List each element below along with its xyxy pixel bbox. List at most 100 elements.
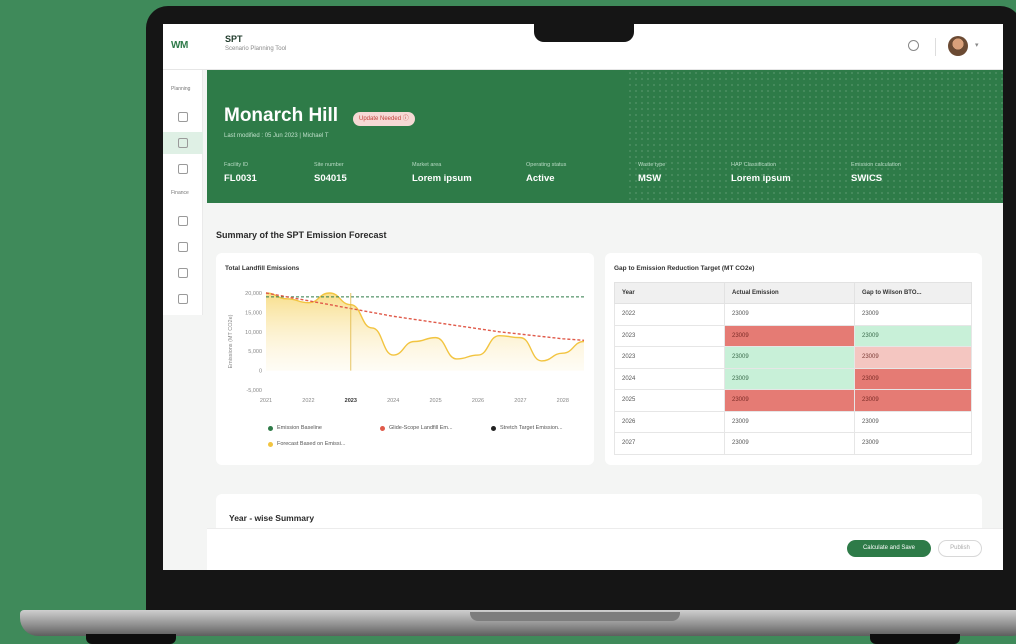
y-tick-label: 20,000 xyxy=(245,291,262,297)
cell-gap: 23009 xyxy=(854,346,972,369)
cell-year: 2027 xyxy=(614,432,725,455)
cell-gap: 23009 xyxy=(854,410,972,433)
meta-hap-classification: HAP Classification Lorem ipsum xyxy=(731,162,791,184)
meta-waste-type: Waste type MSW xyxy=(638,162,666,184)
cell-gap: 23009 xyxy=(854,389,972,412)
hero-pattern xyxy=(627,70,1003,203)
y-axis-label: Emissions (MT CO2e) xyxy=(228,314,234,368)
sidebar-item-7[interactable] xyxy=(163,288,203,310)
laptop-foot-left xyxy=(86,634,176,644)
cell-gap: 23009 xyxy=(854,303,972,326)
cell-year: 2024 xyxy=(614,367,725,390)
sidebar-item-4[interactable] xyxy=(163,210,203,232)
site-name: Monarch Hill xyxy=(224,105,339,126)
sidebar-section-planning: Planning xyxy=(171,86,191,92)
last-modified: Last modified : 05 Jun 2023 | Michael T xyxy=(224,133,329,139)
page-icon xyxy=(178,164,188,174)
cell-actual: 23009 xyxy=(724,389,855,412)
app-title: SPT xyxy=(225,34,243,44)
x-tick-label: 2023 xyxy=(345,398,357,404)
sidebar: Planning Finance xyxy=(163,70,203,315)
cell-year: 2023 xyxy=(614,346,725,369)
x-tick-label: 2025 xyxy=(429,398,441,404)
gap-table: Year Actual Emission Gap to Wilson BTO..… xyxy=(614,282,972,455)
x-tick-label: 2021 xyxy=(260,398,272,404)
legend-item-stretch[interactable]: Stretch Target Emission... xyxy=(491,425,563,431)
legend-item-baseline[interactable]: Emission Baseline xyxy=(268,425,322,431)
x-tick-label: 2027 xyxy=(514,398,526,404)
meta-market-area: Market area Lorem ipsum xyxy=(412,162,472,184)
site-header: Monarch Hill Update Needed ⓘ Last modifi… xyxy=(207,70,1003,203)
divider xyxy=(935,38,936,56)
table-row: 2022 23009 23009 xyxy=(614,303,972,326)
cell-actual: 23009 xyxy=(724,324,855,347)
year-wise-card xyxy=(216,494,982,528)
table-row: 2026 23009 23009 xyxy=(614,410,972,433)
settings-icon[interactable] xyxy=(908,40,919,51)
chevron-down-icon[interactable]: ▾ xyxy=(975,41,979,49)
cell-actual: 23009 xyxy=(724,432,855,455)
table-row: 2023 23009 23009 xyxy=(614,324,972,347)
page-icon xyxy=(178,112,188,122)
page-icon xyxy=(178,268,188,278)
cell-year: 2022 xyxy=(614,303,725,326)
col-year: Year xyxy=(614,282,725,304)
emissions-chart-card: Total Landfill Emissions 20,000 15,000 10,… xyxy=(216,253,594,465)
table-row: 2025 23009 23009 xyxy=(614,389,972,412)
summary-title: Summary of the SPT Emission Forecast xyxy=(216,230,387,240)
brand-logo[interactable]: WM xyxy=(171,40,188,51)
list-icon xyxy=(178,138,188,148)
emissions-chart: 20,000 15,000 10,000 5,000 0 -5,000 Emissions … xyxy=(228,291,585,404)
x-tick-label: 2022 xyxy=(302,398,314,404)
y-tick-label: 10,000 xyxy=(245,330,262,336)
status-badge[interactable]: Update Needed ⓘ xyxy=(353,112,415,126)
year-wise-title: Year - wise Summary xyxy=(229,513,315,523)
page-icon xyxy=(178,242,188,252)
y-tick-label: -5,000 xyxy=(246,388,262,394)
avatar[interactable] xyxy=(948,36,968,56)
sidebar-item-6[interactable] xyxy=(163,262,203,284)
app-screen: WM SPT Scenario Planning Tool ▾ Planning… xyxy=(163,24,1003,570)
sidebar-item-5[interactable] xyxy=(163,236,203,258)
sidebar-item-3[interactable] xyxy=(163,158,203,180)
y-tick-label: 5,000 xyxy=(248,349,262,355)
cell-gap: 23009 xyxy=(854,324,972,347)
cell-year: 2023 xyxy=(614,324,725,347)
sidebar-item-2[interactable] xyxy=(163,132,203,154)
y-tick-label: 15,000 xyxy=(245,310,262,316)
cell-gap: 23009 xyxy=(854,367,972,390)
cell-actual: 23009 xyxy=(724,410,855,433)
x-tick-label: 2024 xyxy=(387,398,399,404)
gap-table-title: Gap to Emission Reduction Target (MT CO2… xyxy=(614,265,755,272)
laptop-foot-right xyxy=(870,634,960,644)
cell-year: 2026 xyxy=(614,410,725,433)
x-tick-label: 2028 xyxy=(557,398,569,404)
cell-gap: 23009 xyxy=(854,432,972,455)
laptop-groove xyxy=(470,612,680,621)
col-actual: Actual Emission xyxy=(724,282,855,304)
legend-item-glide[interactable]: Glide-Scope Landfill Em... xyxy=(380,425,453,431)
page-icon xyxy=(178,216,188,226)
y-tick-label: 0 xyxy=(259,369,262,375)
meta-emission-calculation: Emission calculation SWICS xyxy=(851,162,901,184)
meta-facility-id: Facility ID FL0031 xyxy=(224,162,257,184)
legend-item-forecast[interactable]: Forecast Based on Emissi... xyxy=(268,441,345,447)
publish-button[interactable]: Publish xyxy=(938,540,982,557)
cell-actual: 23009 xyxy=(724,367,855,390)
camera-notch xyxy=(534,22,634,42)
cell-actual: 23009 xyxy=(724,303,855,326)
meta-site-number: Site number S04015 xyxy=(314,162,347,184)
table-row: 2023 23009 23009 xyxy=(614,346,972,369)
app-subtitle: Scenario Planning Tool xyxy=(225,46,287,52)
cell-year: 2025 xyxy=(614,389,725,412)
page-icon xyxy=(178,294,188,304)
table-row: 2027 23009 23009 xyxy=(614,432,972,455)
table-row: 2024 23009 23009 xyxy=(614,367,972,390)
meta-operating-status: Operating status Active xyxy=(526,162,567,184)
sidebar-section-finance: Finance xyxy=(171,190,189,196)
gap-table-card: Gap to Emission Reduction Target (MT CO2… xyxy=(605,253,982,465)
sidebar-item-1[interactable] xyxy=(163,106,203,128)
calculate-save-button[interactable]: Calculate and Save xyxy=(847,540,931,557)
cell-actual: 23009 xyxy=(724,346,855,369)
x-tick-label: 2026 xyxy=(472,398,484,404)
